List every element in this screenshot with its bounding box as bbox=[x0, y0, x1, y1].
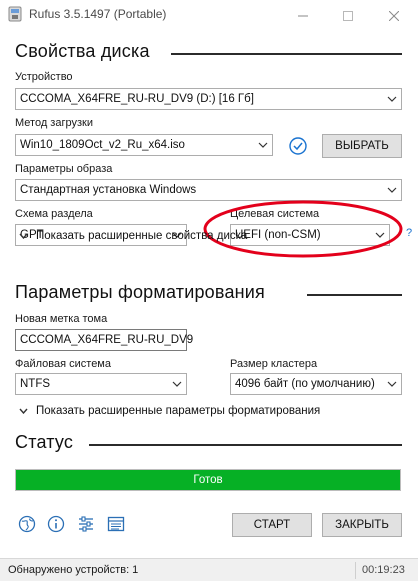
file-system-label: Файловая система bbox=[15, 358, 111, 370]
status-heading: Статус bbox=[15, 432, 74, 452]
target-system-select[interactable]: UEFI (non-CSM) bbox=[230, 224, 390, 246]
progress-bar: Готов bbox=[15, 469, 401, 491]
start-button[interactable]: СТАРТ bbox=[232, 513, 312, 537]
minimize-icon bbox=[298, 15, 308, 16]
format-options-heading: Параметры форматирования bbox=[15, 282, 266, 302]
close-button[interactable]: ЗАКРЫТЬ bbox=[322, 513, 402, 537]
chevron-down-icon bbox=[383, 374, 401, 394]
target-system-value: UEFI (non-CSM) bbox=[235, 229, 321, 241]
cluster-size-label: Размер кластера bbox=[230, 358, 318, 370]
chevron-down-icon bbox=[168, 374, 186, 394]
image-options-value: Стандартная установка Windows bbox=[20, 184, 197, 196]
elapsed-time: 00:19:23 bbox=[362, 564, 405, 576]
chevron-down-icon bbox=[17, 230, 29, 242]
globe-icon[interactable] bbox=[17, 514, 37, 534]
window-title: Rufus 3.5.1497 (Portable) bbox=[29, 7, 167, 21]
progress-text: Готов bbox=[193, 474, 223, 486]
devices-found-text: Обнаружено устройств: 1 bbox=[8, 564, 139, 576]
show-advanced-format-label: Показать расширенные параметры форматиро… bbox=[36, 405, 321, 417]
chevron-down-icon bbox=[383, 89, 401, 109]
help-icon[interactable]: ? bbox=[406, 227, 412, 239]
file-system-value: NTFS bbox=[20, 378, 51, 390]
maximize-button[interactable] bbox=[325, 0, 371, 31]
chevron-down-icon bbox=[17, 405, 29, 417]
show-advanced-drive-label: Показать расширенные свойства диска bbox=[36, 230, 248, 242]
title-bar[interactable]: Rufus 3.5.1497 (Portable) bbox=[0, 0, 418, 31]
section-divider bbox=[89, 444, 402, 446]
cluster-size-value: 4096 байт (по умолчанию) bbox=[235, 378, 375, 390]
drive-properties-heading: Свойства диска bbox=[15, 41, 150, 61]
chevron-down-icon bbox=[254, 135, 272, 155]
device-value: CCCOMA_X64FRE_RU-RU_DV9 (D:) [16 Гб] bbox=[20, 93, 254, 105]
section-divider bbox=[171, 53, 402, 55]
chevron-down-icon bbox=[371, 225, 389, 245]
section-divider bbox=[307, 294, 402, 296]
close-icon bbox=[389, 10, 399, 21]
image-options-select[interactable]: Стандартная установка Windows bbox=[15, 179, 402, 201]
info-icon[interactable] bbox=[46, 514, 66, 534]
verify-check-icon[interactable] bbox=[288, 136, 308, 156]
status-separator bbox=[355, 562, 356, 579]
target-system-label: Целевая система bbox=[230, 208, 320, 220]
partition-scheme-label: Схема раздела bbox=[15, 208, 93, 220]
close-window-button[interactable] bbox=[371, 0, 417, 31]
boot-method-value: Win10_1809Oct_v2_Ru_x64.iso bbox=[20, 139, 185, 151]
show-advanced-format-toggle[interactable]: Показать расширенные параметры форматиро… bbox=[17, 405, 320, 417]
maximize-icon bbox=[343, 10, 353, 21]
device-label: Устройство bbox=[15, 71, 73, 83]
boot-method-select[interactable]: Win10_1809Oct_v2_Ru_x64.iso bbox=[15, 134, 273, 156]
rufus-app-icon bbox=[7, 6, 23, 22]
image-options-label: Параметры образа bbox=[15, 163, 113, 175]
settings-sliders-icon[interactable] bbox=[76, 514, 96, 534]
volume-label-input[interactable]: CCCOMA_X64FRE_RU-RU_DV9 bbox=[15, 329, 193, 351]
log-icon[interactable] bbox=[106, 514, 126, 534]
chevron-down-icon bbox=[383, 180, 401, 200]
volume-label-label: Новая метка тома bbox=[15, 313, 108, 325]
status-bar: Обнаружено устройств: 1 00:19:23 bbox=[0, 558, 418, 581]
cluster-size-select[interactable]: 4096 байт (по умолчанию) bbox=[230, 373, 402, 395]
select-image-button[interactable]: ВЫБРАТЬ bbox=[322, 134, 402, 158]
show-advanced-drive-toggle[interactable]: Показать расширенные свойства диска bbox=[17, 230, 247, 242]
minimize-button[interactable] bbox=[280, 0, 326, 31]
device-select[interactable]: CCCOMA_X64FRE_RU-RU_DV9 (D:) [16 Гб] bbox=[15, 88, 402, 110]
file-system-select[interactable]: NTFS bbox=[15, 373, 187, 395]
boot-method-label: Метод загрузки bbox=[15, 117, 93, 129]
